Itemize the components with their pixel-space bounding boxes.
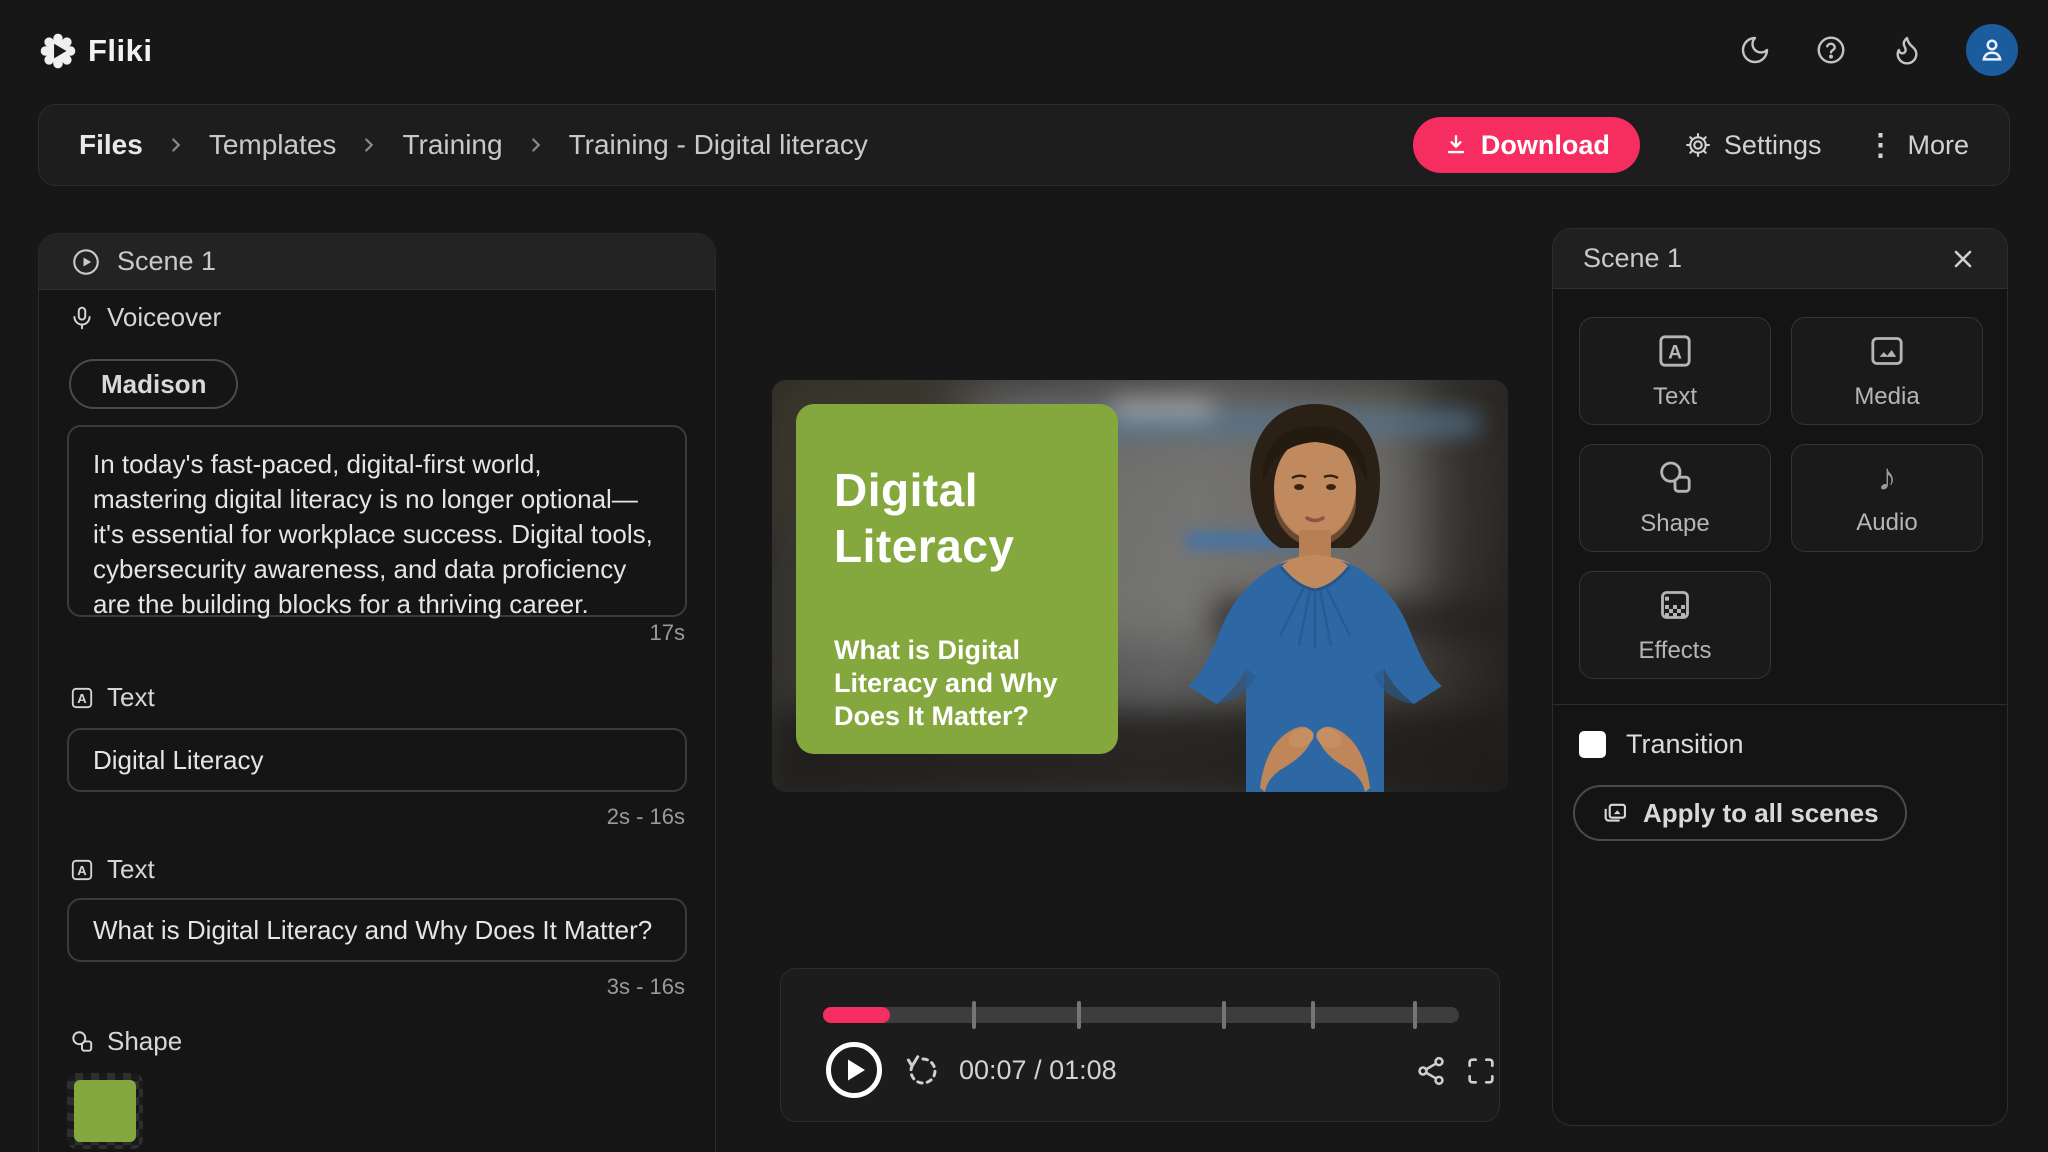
breadcrumb-files[interactable]: Files	[79, 129, 143, 161]
progress-fill	[823, 1007, 890, 1023]
settings-button[interactable]: Settings	[1684, 130, 1822, 161]
streak-flame-icon[interactable]	[1890, 33, 1924, 67]
add-audio-button[interactable]: ♪ Audio	[1791, 444, 1983, 552]
text-section-label-2: A Text	[69, 854, 155, 885]
effects-icon	[1655, 585, 1695, 625]
add-media-button[interactable]: Media	[1791, 317, 1983, 425]
ellipsis-vertical-icon: ⋮	[1865, 128, 1895, 163]
breadcrumb-training[interactable]: Training	[402, 129, 502, 161]
slide-title: Digital Literacy	[834, 462, 1078, 574]
play-button[interactable]	[825, 1041, 883, 1099]
fullscreen-icon[interactable]	[1465, 1055, 1497, 1087]
voiceover-section-label: Voiceover	[69, 302, 221, 333]
scene-edit-panel: Scene 1 Voiceover Madison In today's fas…	[38, 233, 716, 1152]
scene-title: Scene 1	[117, 246, 216, 277]
progress-track[interactable]	[823, 1007, 1459, 1023]
text-section-label-1: A Text	[69, 682, 155, 713]
time-display: 00:07 / 01:08	[959, 1055, 1117, 1086]
slide-text-card[interactable]: Digital Literacy What is Digital Literac…	[796, 404, 1118, 754]
text-timing-1: 2s - 16s	[607, 804, 685, 830]
svg-text:A: A	[1668, 343, 1682, 364]
scene-marker-tick[interactable]	[1222, 1001, 1226, 1029]
voiceover-duration: 17s	[650, 620, 685, 646]
svg-text:A: A	[77, 863, 87, 878]
help-icon[interactable]	[1814, 33, 1848, 67]
scene-marker-tick[interactable]	[1311, 1001, 1315, 1029]
transition-toggle[interactable]: Transition	[1579, 729, 1744, 760]
text-box-icon: A	[1655, 331, 1695, 371]
breadcrumb-bar: Files Templates Training Training - Digi…	[38, 104, 2010, 186]
download-icon	[1443, 132, 1469, 158]
microphone-icon	[69, 305, 95, 331]
breadcrumb: Files Templates Training Training - Digi…	[79, 129, 868, 161]
brand-name: Fliki	[88, 33, 153, 69]
inspector-title: Scene 1	[1583, 243, 1682, 274]
text-box-icon: A	[69, 857, 95, 883]
chevron-right-icon	[525, 134, 547, 156]
breadcrumb-templates[interactable]: Templates	[209, 129, 337, 161]
inspector-header: Scene 1	[1553, 229, 2007, 289]
scene-marker-tick[interactable]	[972, 1001, 976, 1029]
chevron-right-icon	[358, 134, 380, 156]
transition-label: Transition	[1626, 729, 1744, 760]
shape-swatch[interactable]	[67, 1073, 143, 1149]
svg-text:A: A	[77, 691, 87, 706]
more-label: More	[1907, 130, 1969, 161]
fliki-brand[interactable]: Fliki	[40, 33, 153, 69]
media-image-icon	[1867, 331, 1907, 371]
shape-icon	[69, 1029, 95, 1055]
presenter-avatar	[1160, 392, 1470, 792]
gear-icon	[1684, 131, 1712, 159]
download-label: Download	[1481, 130, 1610, 161]
add-text-button[interactable]: A Text	[1579, 317, 1771, 425]
shape-icon	[1655, 458, 1695, 498]
text-timing-2: 3s - 16s	[607, 974, 685, 1000]
more-button[interactable]: ⋮ More	[1865, 128, 1969, 163]
apply-all-label: Apply to all scenes	[1643, 798, 1879, 829]
loop-restart-icon[interactable]	[905, 1053, 941, 1089]
chevron-right-icon	[165, 134, 187, 156]
breadcrumb-current[interactable]: Training - Digital literacy	[569, 129, 868, 161]
scene-panel-header[interactable]: Scene 1	[39, 234, 715, 290]
share-icon[interactable]	[1415, 1055, 1447, 1087]
shape-color-fill	[74, 1080, 136, 1142]
dark-mode-moon-icon[interactable]	[1738, 33, 1772, 67]
voice-chip-madison[interactable]: Madison	[69, 359, 238, 409]
play-scene-icon[interactable]	[71, 247, 101, 277]
add-shape-button[interactable]: Shape	[1579, 444, 1771, 552]
settings-label: Settings	[1724, 130, 1822, 161]
top-bar: Fliki	[0, 0, 2048, 90]
download-button[interactable]: Download	[1413, 117, 1640, 173]
music-note-icon: ♪	[1878, 459, 1897, 497]
close-icon[interactable]	[1949, 245, 1977, 273]
slide-subtitle: What is Digital Literacy and Why Does It…	[834, 634, 1084, 733]
shape-section-label: Shape	[69, 1026, 182, 1057]
fliki-logo-icon	[40, 33, 76, 69]
text-box-icon: A	[69, 685, 95, 711]
text-field-title[interactable]: Digital Literacy	[67, 728, 687, 792]
scene-inspector-panel: Scene 1 A Text Media Shape ♪ Audio	[1552, 228, 2008, 1126]
add-effects-button[interactable]: Effects	[1579, 571, 1771, 679]
video-preview[interactable]: Digital Literacy What is Digital Literac…	[772, 380, 1508, 792]
voiceover-script-input[interactable]: In today's fast-paced, digital-first wor…	[67, 425, 687, 617]
transition-checkbox[interactable]	[1579, 731, 1606, 758]
scene-marker-tick[interactable]	[1077, 1001, 1081, 1029]
inspector-divider	[1553, 704, 2007, 705]
user-avatar[interactable]	[1966, 24, 2018, 76]
scenes-copy-icon	[1601, 799, 1629, 827]
scene-marker-tick[interactable]	[1413, 1001, 1417, 1029]
player-controls: 00:07 / 01:08	[780, 968, 1500, 1122]
apply-to-all-scenes-button[interactable]: Apply to all scenes	[1573, 785, 1907, 841]
text-field-subtitle[interactable]: What is Digital Literacy and Why Does It…	[67, 898, 687, 962]
